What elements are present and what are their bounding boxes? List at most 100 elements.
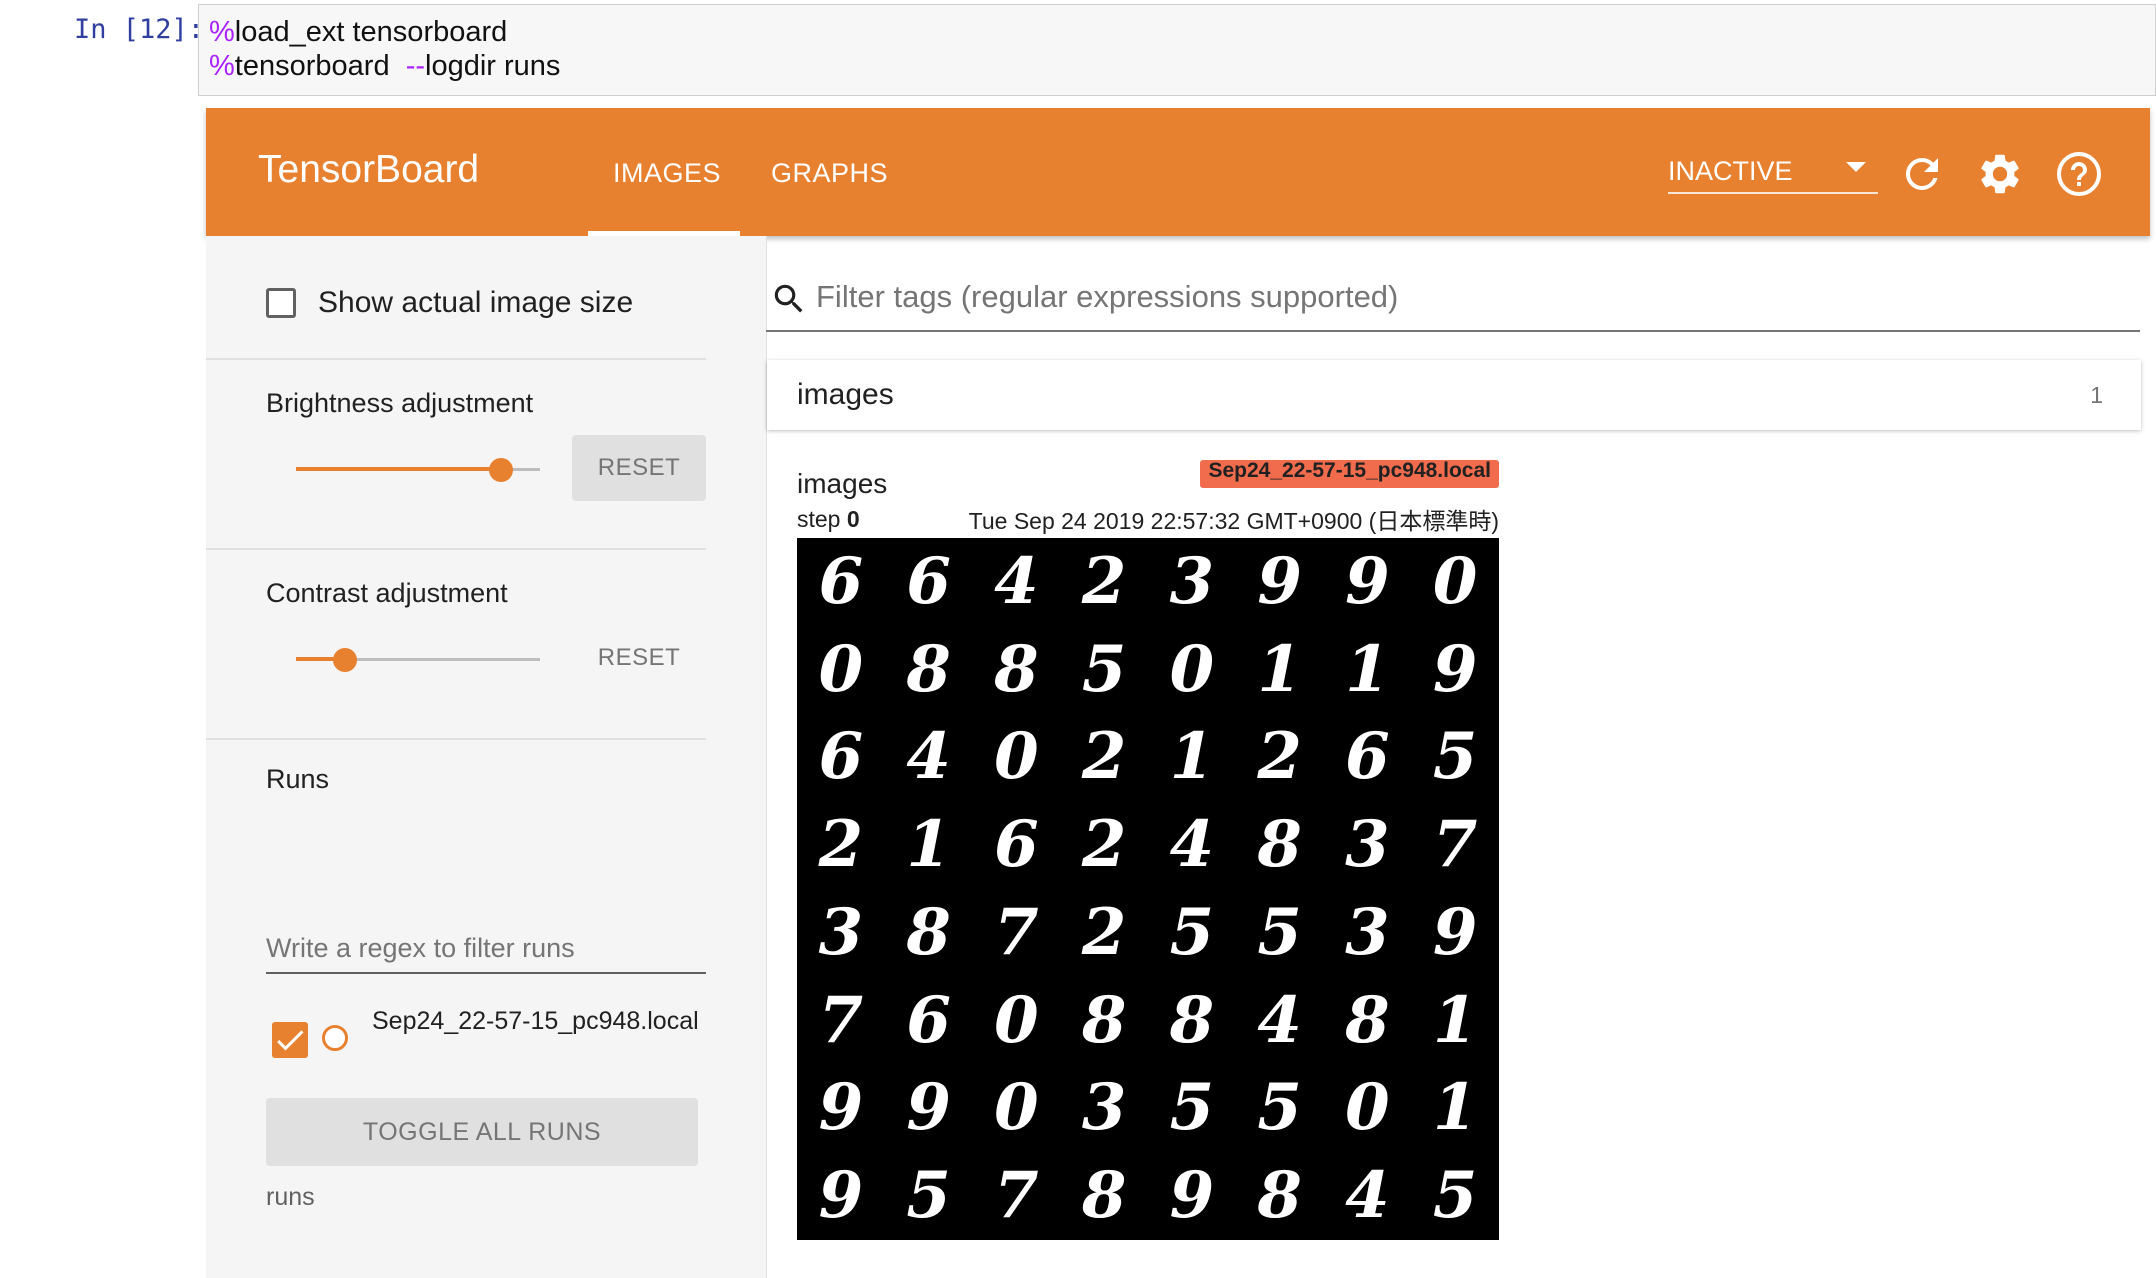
tag-filter-input[interactable] <box>816 274 2116 320</box>
run-name: Sep24_22-57-15_pc948.local <box>372 1007 699 1035</box>
brightness-reset-button[interactable]: RESET <box>572 435 706 501</box>
digit-cell: 3 <box>1345 807 1390 883</box>
digit-cell: 1 <box>1432 982 1478 1058</box>
settings-icon[interactable] <box>1976 150 2024 198</box>
digit-cell: 0 <box>994 1070 1039 1146</box>
code-line-1: %load_ext tensorboard <box>209 16 508 48</box>
contrast-reset-button[interactable]: RESET <box>572 625 706 691</box>
divider <box>206 548 706 550</box>
digit-cell: 6 <box>1345 719 1390 795</box>
check-icon <box>277 1030 304 1051</box>
digit-cell: 8 <box>1257 1158 1302 1234</box>
digit-cell: 4 <box>1257 982 1302 1058</box>
cell-prompt: In [12]: <box>74 14 205 45</box>
digit-cell: 0 <box>994 719 1039 795</box>
digit-cell: 9 <box>1257 543 1302 619</box>
digit-cell: 5 <box>1432 719 1478 795</box>
digit-cell: 2 <box>1081 894 1127 970</box>
tensorboard-frame: TensorBoard IMAGES GRAPHS INACTIVE Show … <box>206 108 2156 1278</box>
digit-cell: 0 <box>1432 543 1478 619</box>
caret-down-icon <box>1846 162 1866 172</box>
images-pane: images 1 images Sep24_22-57-15_pc948.loc… <box>766 360 2151 1278</box>
brightness-title: Brightness adjustment <box>266 388 534 418</box>
digit-cell: 7 <box>994 1158 1039 1234</box>
runs-filter-field[interactable] <box>266 926 706 974</box>
digit-cell: 4 <box>906 719 951 795</box>
digit-cell: 1 <box>1345 631 1390 707</box>
digit-cell: 3 <box>818 894 864 970</box>
code-line-2: %tensorboard --logdir runs <box>209 50 561 82</box>
pane-header[interactable]: images 1 <box>767 360 2141 430</box>
slider-knob[interactable] <box>332 648 357 672</box>
digit-cell: 5 <box>1169 1070 1215 1146</box>
digit-cell: 6 <box>818 719 864 795</box>
digit-cell: 6 <box>818 543 864 619</box>
digit-cell: 0 <box>1169 631 1215 707</box>
digit-cell: 9 <box>906 1070 951 1146</box>
digit-cell: 2 <box>1081 807 1127 883</box>
digit-cell: 4 <box>1345 1158 1390 1234</box>
digit-cell: 4 <box>1169 807 1215 883</box>
help-icon[interactable] <box>2055 150 2103 198</box>
run-item[interactable]: Sep24_22-57-15_pc948.local <box>272 1008 712 1068</box>
digit-cell: 8 <box>906 894 951 970</box>
status-label: INACTIVE <box>1668 156 1793 186</box>
digit-cell: 9 <box>1345 543 1390 619</box>
digit-cell: 8 <box>906 631 951 707</box>
runs-filter-input[interactable] <box>266 926 706 970</box>
pane-title: images <box>797 378 894 411</box>
top-toolbar: TensorBoard IMAGES GRAPHS INACTIVE <box>206 108 2150 236</box>
digit-cell: 2 <box>1081 719 1127 795</box>
timestamp: Tue Sep 24 2019 22:57:32 GMT+0900 (日本標準時… <box>968 508 1499 534</box>
digit-cell: 1 <box>906 807 951 883</box>
digit-cell: 5 <box>1257 1070 1302 1146</box>
digit-cell: 5 <box>1081 631 1127 707</box>
digit-cell: 2 <box>818 807 864 883</box>
run-checkbox[interactable] <box>272 1022 308 1058</box>
digit-cell: 0 <box>818 631 864 707</box>
run-badge: Sep24_22-57-15_pc948.local <box>1200 460 1499 488</box>
digit-cell: 6 <box>906 982 951 1058</box>
digit-cell: 1 <box>1257 631 1302 707</box>
show-actual-size-checkbox[interactable] <box>266 288 296 318</box>
digit-cell: 8 <box>994 631 1039 707</box>
digit-cell: 2 <box>1257 719 1302 795</box>
digit-cell: 9 <box>818 1070 864 1146</box>
toggle-all-runs-button[interactable]: TOGGLE ALL RUNS <box>266 1098 698 1166</box>
code-cell[interactable]: %load_ext tensorboard %tensorboard --log… <box>198 4 2156 96</box>
digit-cell: 7 <box>818 982 864 1058</box>
digit-cell: 8 <box>1257 807 1302 883</box>
slider-knob[interactable] <box>488 458 513 482</box>
digit-cell: 5 <box>1432 1158 1478 1234</box>
digit-cell: 3 <box>1345 894 1390 970</box>
slider-fill <box>296 467 501 471</box>
refresh-icon[interactable] <box>1898 150 1946 198</box>
digit-cell: 9 <box>1169 1158 1215 1234</box>
digit-cell: 9 <box>1432 631 1478 707</box>
runs-logdir-label: runs <box>266 1183 315 1211</box>
mnist-image-grid[interactable]: 6642399008850119640212652162483738725539… <box>797 538 1499 1240</box>
digit-cell: 1 <box>1432 1070 1478 1146</box>
digit-cell: 8 <box>1081 1158 1127 1234</box>
digit-cell: 8 <box>1345 982 1390 1058</box>
step-line: step 0 <box>797 506 860 532</box>
sidebar: Show actual image size Brightness adjust… <box>206 236 767 1278</box>
run-color-radio[interactable] <box>322 1025 348 1051</box>
digit-cell: 3 <box>1081 1070 1127 1146</box>
tab-graphs[interactable]: GRAPHS <box>771 158 888 189</box>
brightness-slider[interactable] <box>296 449 540 489</box>
digit-cell: 4 <box>994 543 1039 619</box>
digit-cell: 2 <box>1081 543 1127 619</box>
digit-cell: 6 <box>906 543 951 619</box>
contrast-slider[interactable] <box>296 639 540 679</box>
digit-cell: 8 <box>1081 982 1127 1058</box>
digit-cell: 0 <box>1345 1070 1390 1146</box>
digit-cell: 9 <box>818 1158 864 1234</box>
digit-cell: 6 <box>994 807 1039 883</box>
digit-cell: 8 <box>1169 982 1215 1058</box>
tab-images[interactable]: IMAGES <box>613 158 721 189</box>
digit-cell: 7 <box>994 894 1039 970</box>
tag-filter-field[interactable] <box>766 268 2140 332</box>
status-dropdown[interactable]: INACTIVE <box>1668 148 1878 194</box>
digit-cell: 5 <box>906 1158 951 1234</box>
